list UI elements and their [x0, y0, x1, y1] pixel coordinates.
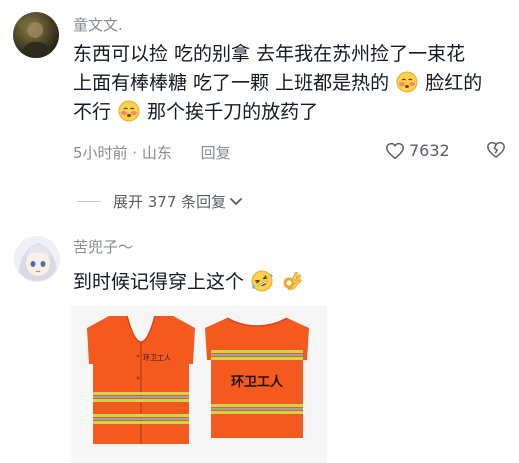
heart-icon	[386, 142, 404, 159]
expand-replies-button[interactable]: 展开 377 条回复	[77, 191, 243, 212]
broken-heart-icon	[487, 141, 505, 158]
ok-hand-emoji-icon	[281, 270, 303, 292]
expand-replies-label: 展开 377 条回复	[113, 193, 227, 211]
blushing-face-emoji-icon	[118, 100, 140, 122]
comment-line-2: 上面有棒棒糖 吃了一颗 上班都是热的 脸红的	[73, 69, 513, 98]
user-avatar[interactable]	[13, 12, 59, 58]
blushing-face-emoji-icon	[396, 71, 418, 93]
rolling-laughing-emoji-icon	[251, 270, 273, 292]
comment-attached-image[interactable]: 环卫工人 环卫工人	[71, 306, 327, 463]
vest-back: 环卫工人	[205, 317, 309, 438]
reply-button[interactable]: 回复	[201, 144, 231, 162]
comment-text: 东西可以捡 吃的别拿 去年我在苏州捡了一束花 上面有棒棒糖 吃了一颗 上班都是热…	[73, 40, 513, 127]
vest-front-label: 环卫工人	[143, 354, 171, 362]
comment-line-1: 东西可以捡 吃的别拿 去年我在苏州捡了一束花	[73, 43, 466, 65]
like-button[interactable]: 7632	[385, 141, 450, 160]
dislike-button[interactable]	[486, 141, 506, 163]
comment-text-body: 到时候记得穿上这个	[73, 271, 245, 293]
user-avatar[interactable]	[14, 236, 60, 282]
comment-text: 到时候记得穿上这个	[73, 268, 304, 297]
vest-back-label: 环卫工人	[231, 374, 284, 390]
comment-line-3-end: 那个挨千刀的放药了	[147, 101, 319, 123]
comment-username[interactable]: 苦兜子～	[73, 236, 133, 257]
comment-line-3-text: 不行	[73, 101, 112, 123]
divider-line	[77, 201, 101, 202]
time-location: 5小时前 · 山东	[73, 144, 172, 162]
comment-username[interactable]: 童文文.	[73, 14, 123, 35]
comment-meta: 5小时前 · 山东 回复	[73, 142, 231, 163]
comment-line-2-text: 上面有棒棒糖 吃了一颗 上班都是热的	[73, 72, 390, 94]
like-count: 7632	[409, 141, 450, 160]
comment-line-2-end: 脸红的	[425, 72, 483, 94]
comment-line-3: 不行 那个挨千刀的放药了	[73, 98, 513, 127]
chevron-down-icon	[230, 197, 243, 205]
comment-item: 童文文. 东西可以捡 吃的别拿 去年我在苏州捡了一束花 上面有棒棒糖 吃了一颗 …	[0, 0, 519, 180]
